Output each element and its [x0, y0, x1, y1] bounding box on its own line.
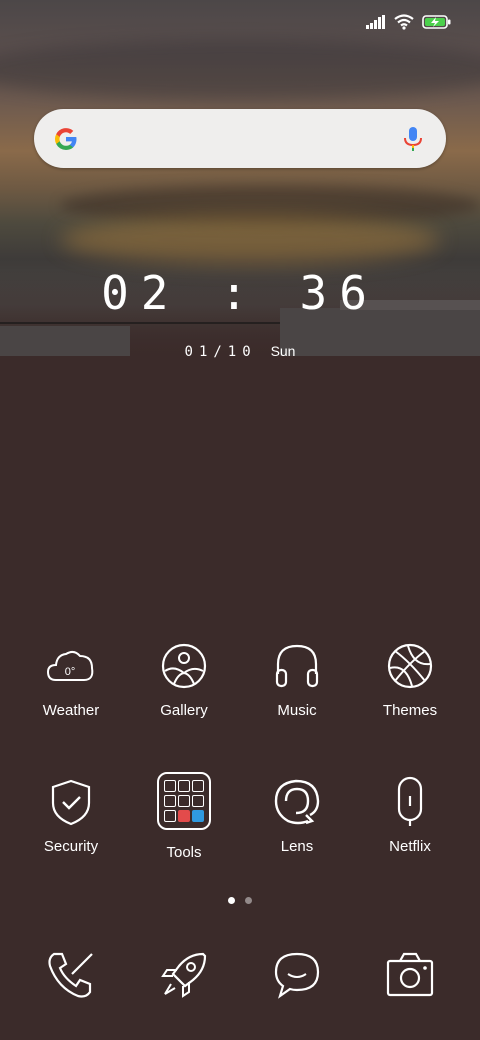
dock-messages[interactable]: [242, 950, 352, 1000]
rocket-icon: [161, 952, 207, 998]
clock-time[interactable]: 02 : 36: [0, 266, 480, 320]
app-themes[interactable]: Themes: [355, 640, 465, 719]
wifi-icon: [394, 14, 414, 30]
app-label: Lens: [280, 838, 314, 855]
battery-charging-icon: [422, 15, 451, 29]
app-label: Weather: [42, 702, 100, 719]
message-icon: [274, 952, 320, 999]
svg-text:0°: 0°: [65, 666, 76, 678]
status-bar: [366, 10, 452, 34]
gallery-icon: [161, 643, 207, 689]
folder-icon: [157, 772, 211, 830]
app-label: Themes: [382, 702, 438, 719]
dock-rocket[interactable]: [129, 950, 239, 1000]
date-value: 01/10: [184, 344, 257, 360]
page-indicator: [0, 897, 480, 904]
app-lens[interactable]: Lens: [242, 776, 352, 855]
dock-camera[interactable]: [355, 950, 465, 1000]
lens-icon: [274, 779, 320, 825]
app-label: Tools: [166, 844, 202, 861]
capsule-icon: [397, 776, 423, 826]
app-gallery[interactable]: Gallery: [129, 640, 239, 719]
app-tools-folder[interactable]: Tools: [129, 772, 239, 861]
google-g-icon: [55, 128, 77, 150]
page-dot-active[interactable]: [228, 897, 235, 904]
phone-icon: [48, 952, 93, 998]
app-netflix[interactable]: Netflix: [355, 776, 465, 855]
app-security[interactable]: Security: [16, 776, 126, 855]
app-label: Music: [277, 702, 317, 719]
mic-icon[interactable]: [402, 125, 424, 153]
page-dot[interactable]: [245, 897, 252, 904]
weekday: Sun: [270, 343, 296, 359]
app-weather[interactable]: 0° Weather: [16, 640, 126, 719]
app-label: Security: [43, 838, 99, 855]
headphones-icon: [275, 644, 319, 688]
weather-cloud-icon: 0°: [46, 650, 94, 681]
app-label: Netflix: [389, 838, 431, 855]
app-music[interactable]: Music: [242, 640, 352, 719]
basketball-icon: [387, 643, 433, 689]
camera-icon: [386, 952, 434, 997]
app-label: Gallery: [160, 702, 208, 719]
signal-icon: [366, 15, 385, 29]
dock-phone[interactable]: [16, 950, 126, 1000]
clock-date: 01/10 Sun: [0, 343, 480, 360]
google-search-bar[interactable]: [34, 109, 446, 168]
shield-check-icon: [51, 779, 91, 826]
